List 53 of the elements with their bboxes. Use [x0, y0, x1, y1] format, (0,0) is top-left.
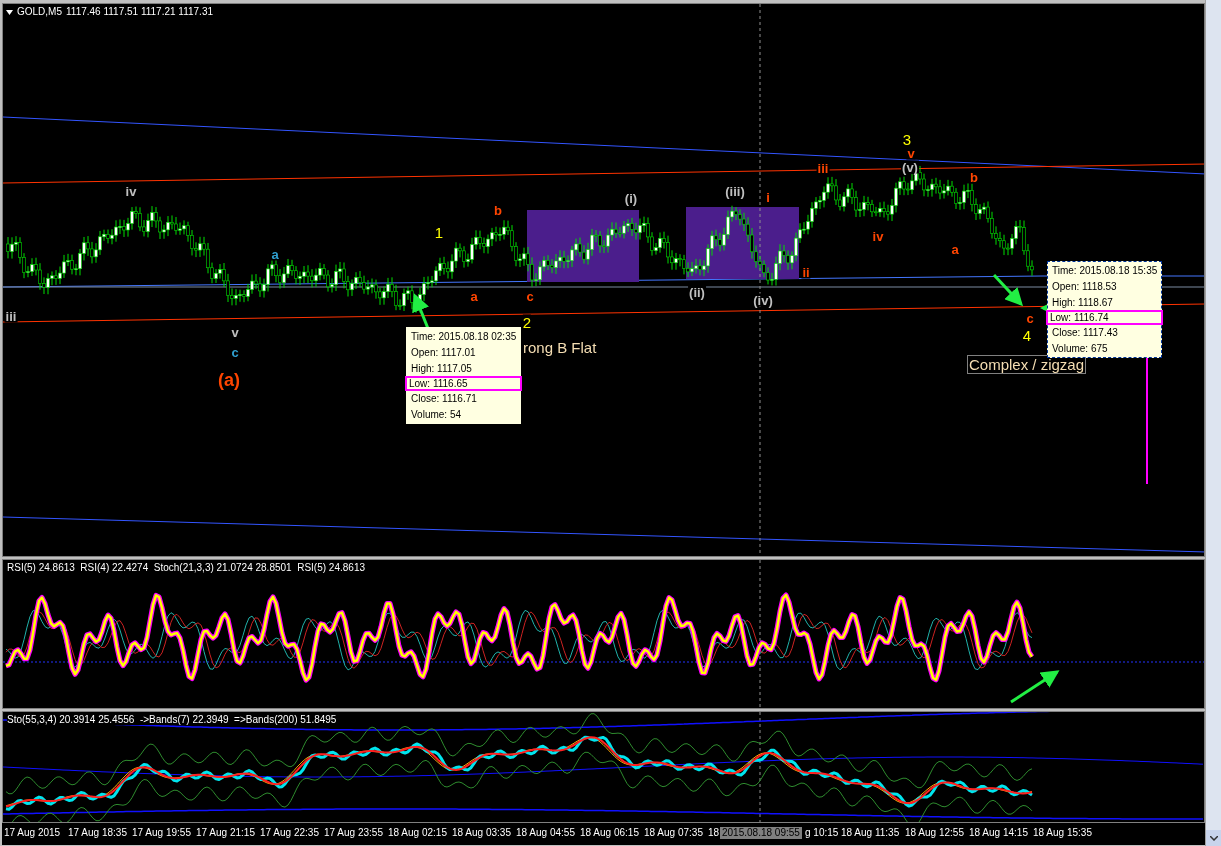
- scroll-down-button[interactable]: [1206, 830, 1221, 846]
- wave-label: (iv): [752, 293, 774, 307]
- arrow: [992, 273, 1024, 307]
- arrow: [1010, 670, 1060, 704]
- time-label: 17 Aug 19:55: [132, 828, 191, 838]
- wave-label: ii: [801, 265, 811, 279]
- ohlc-values: 1117.46 1117.51 1117.21 1117.31: [66, 7, 213, 17]
- tooltip-line: Time: 2015.08.18 15:35: [1051, 264, 1159, 278]
- chevron-down-icon: [1210, 835, 1218, 841]
- wave-label: b: [493, 203, 503, 217]
- time-label: g 10:15: [805, 828, 839, 838]
- wave-label: iv: [871, 229, 885, 243]
- time-label: 18 Aug 02:15: [388, 828, 447, 838]
- wave-label: (iii): [724, 184, 746, 198]
- wave-label: i: [765, 190, 771, 204]
- tooltip-line: Close: 1116.71: [410, 392, 478, 406]
- time-label: 18: [708, 828, 720, 838]
- time-label: 18 Aug 03:35: [452, 828, 511, 838]
- time-label: 18 Aug 12:55: [905, 828, 964, 838]
- indicator-legend: Sto(55,3,4) 20.3914 25.4556 ->Bands(7) 22.3949 =>Bands(200) 51.8495: [7, 715, 337, 725]
- time-label: 17 Aug 2015: [4, 828, 61, 838]
- wave-label: b: [969, 170, 979, 184]
- indicator-legend: RSI(5) 24.8613 RSI(4) 22.4274 Stoch(21,3,3) 21.0724 28.8501 RSI(5) 24.8613: [7, 563, 365, 573]
- time-label: 18 Aug 15:35: [1033, 828, 1092, 838]
- tooltip-line: Time: 2015.08.18 02:35: [410, 330, 518, 344]
- tooltip-line: Volume: 675: [1051, 342, 1109, 356]
- tooltip-line: Open: 1117.01: [410, 346, 477, 360]
- time-label: 18 Aug 04:55: [516, 828, 575, 838]
- dropdown-triangle-icon[interactable]: [6, 9, 13, 15]
- time-label: 18 Aug 11:35: [841, 828, 900, 838]
- crosshair-time-label: 2015.08.18 09:55: [720, 827, 802, 839]
- time-label: 17 Aug 22:35: [260, 828, 319, 838]
- wave-label: (a): [218, 371, 240, 389]
- tooltip-line: Close: 1117.43: [1051, 326, 1119, 340]
- wave-label: (v): [901, 160, 919, 174]
- time-label: 17 Aug 23:55: [324, 828, 383, 838]
- vertical-scrollbar[interactable]: [1205, 0, 1221, 846]
- tooltip-line: High: 1117.05: [410, 362, 473, 376]
- tooltip-line: Open: 1118.53: [1051, 280, 1118, 294]
- wave-label: iii: [816, 161, 830, 175]
- wave-label: iv: [124, 184, 138, 198]
- chart-symbol: GOLD,M5: [17, 7, 62, 17]
- wave-label: (i): [623, 191, 639, 205]
- time-label: 17 Aug 18:35: [68, 828, 127, 838]
- time-label: 18 Aug 06:15: [580, 828, 639, 838]
- time-label: 18 Aug 14:15: [969, 828, 1028, 838]
- tooltip-line: Volume: 54: [410, 408, 463, 422]
- tooltip-line: High: 1118.67: [1051, 296, 1114, 310]
- chart-note: rong B Flat: [523, 340, 597, 355]
- wave-label: (ii): [688, 285, 706, 299]
- time-label: 18 Aug 07:35: [644, 828, 703, 838]
- wave-label: iii: [4, 309, 18, 323]
- time-label: 17 Aug 21:15: [196, 828, 255, 838]
